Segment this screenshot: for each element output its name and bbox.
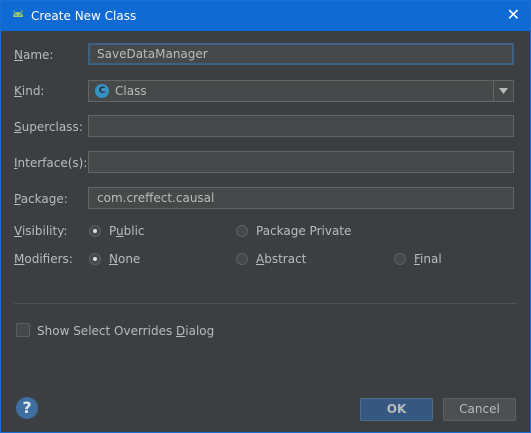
interfaces-label-text: nterface(s): bbox=[17, 156, 88, 170]
help-icon: ? bbox=[22, 398, 32, 417]
radio-final[interactable] bbox=[394, 253, 406, 265]
kind-label-mnemonic: K bbox=[14, 84, 22, 98]
kind-label-text: ind: bbox=[21, 84, 45, 98]
ok-button[interactable]: OK bbox=[360, 398, 433, 421]
kind-selected-value: Class bbox=[115, 84, 147, 98]
show-overrides-checkbox[interactable] bbox=[16, 323, 30, 337]
abstract-label-text: bstract bbox=[264, 252, 307, 266]
none-label-mnemonic: N bbox=[109, 252, 118, 266]
package-label-text: ackage: bbox=[20, 192, 68, 206]
interfaces-input[interactable] bbox=[88, 151, 514, 173]
cancel-button[interactable]: Cancel bbox=[443, 398, 516, 421]
public-label-mnemonic: u bbox=[116, 224, 124, 238]
modifiers-label: Modifiers: bbox=[14, 252, 73, 266]
name-input[interactable]: SaveDataManager bbox=[88, 43, 514, 65]
superclass-label-text: uperclass: bbox=[21, 120, 83, 134]
superclass-label: Superclass: bbox=[14, 120, 83, 134]
public-label[interactable]: Public bbox=[109, 224, 145, 238]
radio-none[interactable] bbox=[89, 253, 101, 265]
close-icon[interactable]: ✕ bbox=[507, 6, 520, 24]
name-label-text: ame: bbox=[22, 48, 54, 62]
package-label-mnemonic: P bbox=[14, 192, 21, 206]
visibility-label: Visibility: bbox=[14, 224, 67, 238]
separator bbox=[14, 303, 517, 304]
public-label-post: blic bbox=[123, 224, 145, 238]
package-input[interactable]: com.creffect.causal bbox=[88, 187, 514, 209]
superclass-label-mnemonic: S bbox=[14, 120, 22, 134]
public-label-pre: P bbox=[109, 224, 117, 238]
show-overrides-label-mnemonic: D bbox=[176, 324, 186, 338]
visibility-label-mnemonic: V bbox=[14, 224, 22, 238]
interfaces-label: Interface(s): bbox=[14, 156, 87, 170]
dropdown-arrow-button[interactable] bbox=[493, 81, 513, 101]
kind-dropdown[interactable]: C Class bbox=[88, 80, 514, 102]
show-overrides-label-pre: Show Select Overrides bbox=[37, 324, 177, 338]
final-label[interactable]: Final bbox=[414, 252, 442, 266]
title-bar[interactable]: Create New Class ✕ bbox=[1, 1, 530, 31]
visibility-label-text: isibility: bbox=[21, 224, 68, 238]
modifiers-label-text: odifiers: bbox=[24, 252, 73, 266]
show-overrides-label-post: ialog bbox=[185, 324, 215, 338]
abstract-label-mnemonic: A bbox=[256, 252, 265, 266]
show-overrides-label[interactable]: Show Select Overrides Dialog bbox=[37, 324, 214, 338]
final-label-text: inal bbox=[420, 252, 442, 266]
modifiers-label-mnemonic: M bbox=[14, 252, 25, 266]
superclass-input[interactable] bbox=[88, 115, 514, 137]
radio-public[interactable] bbox=[89, 225, 101, 237]
radio-abstract[interactable] bbox=[236, 253, 248, 265]
radio-package-private[interactable] bbox=[236, 225, 248, 237]
help-button[interactable]: ? bbox=[16, 397, 38, 419]
package-label: Package: bbox=[14, 192, 68, 206]
dialog-title: Create New Class bbox=[31, 9, 137, 23]
none-label[interactable]: None bbox=[109, 252, 140, 266]
none-label-text: one bbox=[117, 252, 141, 266]
create-new-class-dialog: Create New Class ✕ Name: SaveDataManager… bbox=[0, 0, 531, 433]
android-icon bbox=[13, 10, 23, 17]
chevron-down-icon bbox=[499, 88, 508, 94]
package-private-label[interactable]: Package Private bbox=[256, 224, 351, 238]
name-label-mnemonic: N bbox=[14, 48, 23, 62]
kind-label: Kind: bbox=[14, 84, 44, 98]
name-label: Name: bbox=[14, 48, 53, 62]
abstract-label[interactable]: Abstract bbox=[256, 252, 306, 266]
class-icon: C bbox=[95, 84, 109, 98]
